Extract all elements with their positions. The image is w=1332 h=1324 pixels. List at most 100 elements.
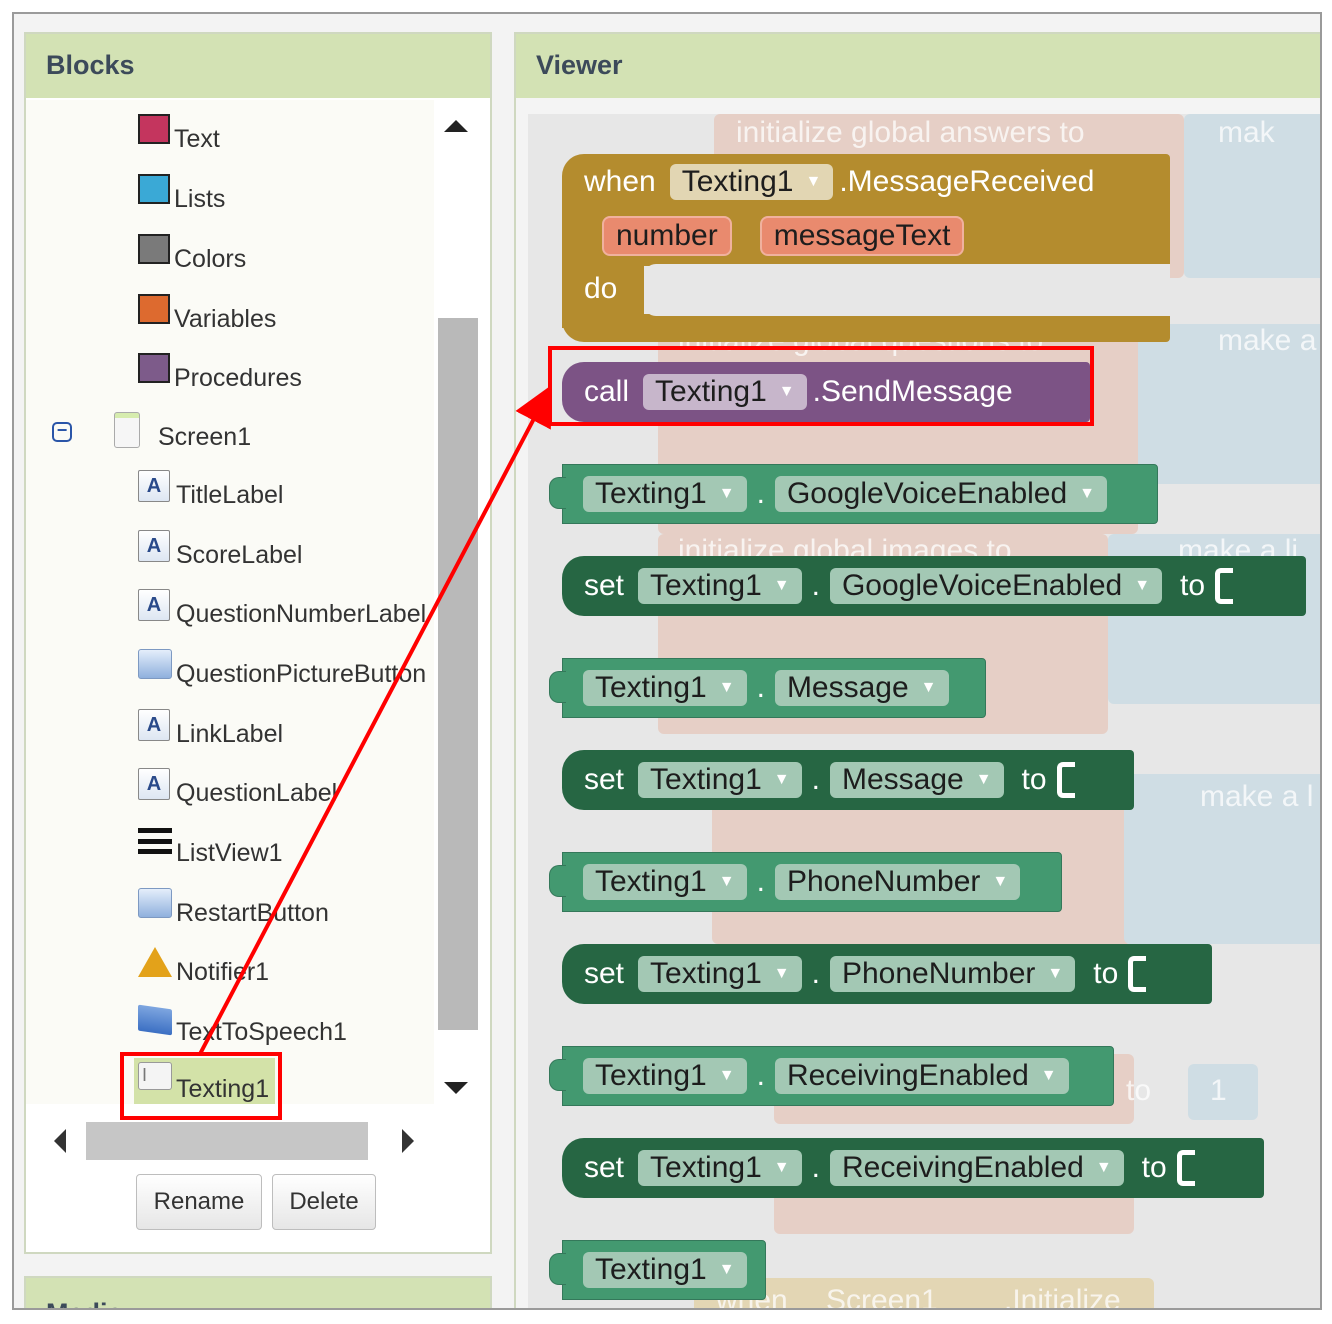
property-dropdown[interactable]: Message ▼ <box>774 670 949 706</box>
property-dropdown[interactable]: GoogleVoiceEnabled ▼ <box>774 476 1108 512</box>
get-googlevoiceenabled-block[interactable]: Texting1 ▼ . GoogleVoiceEnabled ▼ <box>549 464 1158 524</box>
builtin-label: Variables <box>174 305 277 333</box>
rename-button[interactable]: Rename <box>136 1174 262 1230</box>
dropdown-arrow-icon: ▼ <box>718 1261 735 1278</box>
param-number[interactable]: number <box>602 216 732 256</box>
component-questionnumberlabel[interactable]: A QuestionNumberLabel <box>138 589 426 629</box>
do-statement-slot <box>644 264 1170 316</box>
set-phonenumber-block[interactable]: set Texting1 ▼ . PhoneNumber ▼ to <box>562 944 1212 1004</box>
scrollbar-thumb[interactable] <box>438 318 478 1030</box>
when-messagereceived-block[interactable]: when Texting1 ▼ .MessageReceived number … <box>562 154 1170 342</box>
label-icon: A <box>138 709 172 743</box>
component-dropdown[interactable]: Texting1 ▼ <box>583 1058 747 1094</box>
builtin-lists[interactable]: Lists <box>138 174 225 214</box>
component-label: RestartButton <box>176 899 329 927</box>
component-dropdown[interactable]: Texting1 ▼ <box>583 476 747 512</box>
background-text: make a l <box>1200 780 1314 813</box>
media-panel: Media <box>24 1276 492 1308</box>
component-dropdown[interactable]: Texting1 ▼ <box>638 568 802 604</box>
get-message-block[interactable]: Texting1 ▼ . Message ▼ <box>549 658 986 718</box>
component-listview1[interactable]: ListView1 <box>138 828 283 868</box>
component-texttospeech1[interactable]: TextToSpeech1 <box>138 1004 347 1047</box>
component-label: ListView1 <box>176 839 283 867</box>
builtin-procedures[interactable]: Procedures <box>138 353 302 393</box>
scrollbar-thumb[interactable] <box>86 1122 368 1160</box>
do-keyword: do <box>584 272 618 305</box>
set-message-block[interactable]: set Texting1 ▼ . Message ▼ to <box>562 750 1134 810</box>
dropdown-value: Texting1 <box>595 1059 707 1092</box>
sendmessage-highlight-box <box>548 346 1094 426</box>
component-label: LinkLabel <box>176 720 284 748</box>
component-label: TitleLabel <box>176 481 284 509</box>
blocks-workspace[interactable]: initialize global answers to mak initial… <box>528 114 1320 1308</box>
property-dropdown[interactable]: GoogleVoiceEnabled ▼ <box>829 568 1163 604</box>
viewer-panel: Viewer initialize global answers to mak … <box>514 32 1320 1308</box>
tree-horizontal-scrollbar[interactable] <box>38 1120 432 1162</box>
lists-color-swatch <box>138 174 170 204</box>
component-questionlabel[interactable]: A QuestionLabel <box>138 768 337 808</box>
get-phonenumber-block[interactable]: Texting1 ▼ . PhoneNumber ▼ <box>549 852 1062 912</box>
set-keyword: set <box>584 569 625 602</box>
set-receivingenabled-block[interactable]: set Texting1 ▼ . ReceivingEnabled ▼ to <box>562 1138 1264 1198</box>
component-dropdown[interactable]: Texting1 ▼ <box>638 956 802 992</box>
to-keyword: to <box>1093 957 1119 990</box>
component-dropdown[interactable]: Texting1 ▼ <box>638 762 802 798</box>
tree-vertical-scrollbar[interactable] <box>434 100 480 1104</box>
property-dropdown[interactable]: PhoneNumber ▼ <box>774 864 1021 900</box>
when-keyword: when <box>584 165 656 198</box>
component-dropdown[interactable]: Texting1 ▼ <box>638 1150 802 1186</box>
dropdown-arrow-icon: ▼ <box>1079 485 1096 502</box>
property-dropdown[interactable]: ReceivingEnabled ▼ <box>774 1058 1069 1094</box>
component-dropdown[interactable]: Texting1 ▼ <box>583 670 747 706</box>
component-titlelabel[interactable]: A TitleLabel <box>138 470 283 510</box>
component-dropdown[interactable]: Texting1 ▼ <box>583 864 747 900</box>
scroll-left-icon[interactable] <box>54 1129 66 1153</box>
get-receivingenabled-block[interactable]: Texting1 ▼ . ReceivingEnabled ▼ <box>549 1046 1114 1106</box>
component-label: ScoreLabel <box>176 541 303 569</box>
scroll-down-icon[interactable] <box>444 1082 468 1094</box>
builtin-label: Text <box>174 125 220 153</box>
tree-node-screen1[interactable]: − Screen1 <box>52 412 251 452</box>
variables-color-swatch <box>138 294 170 324</box>
dropdown-arrow-icon: ▼ <box>920 679 937 696</box>
dropdown-value: ReceivingEnabled <box>841 1151 1084 1184</box>
dropdown-arrow-icon: ▼ <box>718 485 735 502</box>
set-keyword: set <box>584 763 625 796</box>
component-questionpicturebutton[interactable]: QuestionPictureButton <box>138 649 426 689</box>
builtin-colors[interactable]: Colors <box>138 234 246 274</box>
delete-button[interactable]: Delete <box>272 1174 376 1230</box>
builtin-text[interactable]: Text <box>138 114 220 154</box>
dropdown-value: Texting1 <box>650 1151 762 1184</box>
property-dropdown[interactable]: ReceivingEnabled ▼ <box>829 1150 1124 1186</box>
dropdown-value: GoogleVoiceEnabled <box>786 477 1068 510</box>
dot-separator: . <box>756 865 765 898</box>
component-notifier1[interactable]: Notifier1 <box>138 947 269 987</box>
value-socket <box>1128 956 1147 992</box>
set-keyword: set <box>584 1151 625 1184</box>
background-text: initialize global answers to <box>736 116 1085 149</box>
scroll-up-icon[interactable] <box>444 120 468 132</box>
param-messagetext[interactable]: messageText <box>759 216 965 256</box>
label-icon: A <box>138 589 172 623</box>
scroll-right-icon[interactable] <box>402 1129 414 1153</box>
component-texting1-block[interactable]: Texting1 ▼ <box>549 1240 766 1300</box>
dropdown-arrow-icon: ▼ <box>805 173 822 190</box>
warning-icon <box>138 947 172 981</box>
builtin-label: Procedures <box>174 364 302 392</box>
dropdown-arrow-icon: ▼ <box>773 1159 790 1176</box>
background-text: make a <box>1218 324 1317 357</box>
collapse-icon[interactable]: − <box>52 421 72 442</box>
property-dropdown[interactable]: Message ▼ <box>829 762 1004 798</box>
component-restartbutton[interactable]: RestartButton <box>138 888 329 928</box>
set-googlevoiceenabled-block[interactable]: set Texting1 ▼ . GoogleVoiceEnabled ▼ to <box>562 556 1306 616</box>
component-dropdown[interactable]: Texting1 ▼ <box>583 1252 747 1288</box>
property-dropdown[interactable]: PhoneNumber ▼ <box>829 956 1076 992</box>
component-scorelabel[interactable]: A ScoreLabel <box>138 530 302 570</box>
speech-icon <box>138 1004 172 1041</box>
builtin-variables[interactable]: Variables <box>138 294 276 334</box>
component-dropdown[interactable]: Texting1 ▼ <box>669 164 834 200</box>
dropdown-arrow-icon: ▼ <box>718 1067 735 1084</box>
component-linklabel[interactable]: A LinkLabel <box>138 709 283 749</box>
text-color-swatch <box>138 114 170 144</box>
blocks-header: Blocks <box>26 34 490 98</box>
